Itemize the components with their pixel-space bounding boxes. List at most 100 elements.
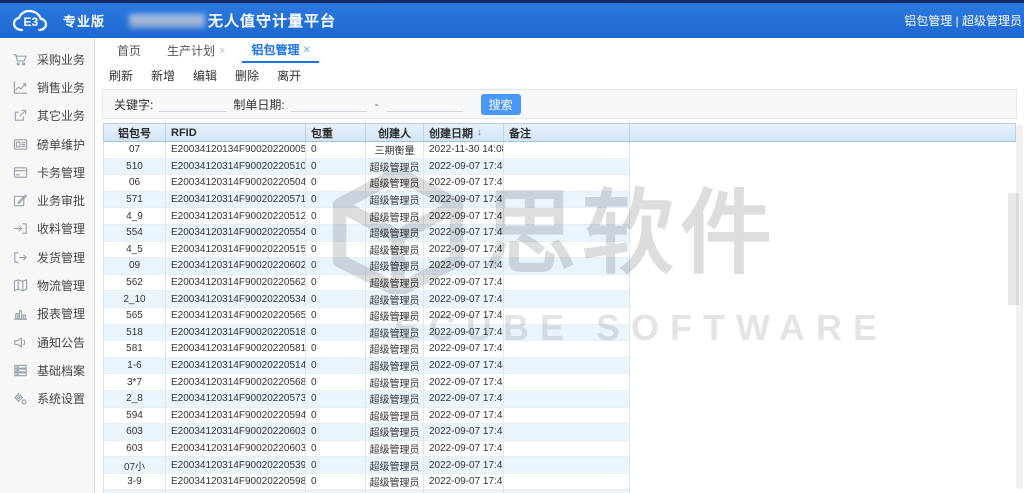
- table-row[interactable]: 565E20034120314F900202205650超级管理员2022-09…: [103, 308, 630, 325]
- user-menu[interactable]: 铝包管理 | 超级管理员: [904, 12, 1022, 29]
- table-cell: 2022-09-07 17:43: [424, 408, 504, 424]
- column-header-5[interactable]: 备注: [504, 124, 630, 141]
- edit-button[interactable]: 编辑: [193, 67, 217, 84]
- sidebar-item-cart[interactable]: 采购业务: [0, 45, 94, 73]
- table-cell: E20034120314F90020220539: [166, 457, 306, 473]
- leave-button[interactable]: 离开: [277, 67, 301, 84]
- table-cell: 594: [104, 408, 166, 424]
- sidebar-item-import[interactable]: 收料管理: [0, 215, 94, 243]
- header-filler: [630, 124, 1016, 141]
- table-row[interactable]: 603E20034120314F900202206030超级管理员2022-09…: [103, 424, 630, 441]
- table-row[interactable]: 09E20034120314F900202206020超级管理员2022-09-…: [103, 258, 630, 275]
- table-cell: 581: [104, 341, 166, 357]
- sidebar-item-label: 系统设置: [37, 390, 85, 407]
- column-header-label: 包重: [311, 125, 333, 141]
- table-row[interactable]: 554E20034120314F900202205540超级管理员2022-09…: [103, 225, 630, 242]
- column-header-4[interactable]: 创建日期↓: [424, 124, 504, 141]
- table-cell: 超级管理员: [366, 474, 424, 490]
- table-cell: 超级管理员: [366, 175, 424, 191]
- table-row[interactable]: 2_8E20034120314F900202205730超级管理员2022-09…: [103, 391, 630, 408]
- table-scrollbar[interactable]: [1016, 124, 1023, 489]
- table-cell: 0: [306, 424, 366, 440]
- table-cell: 超级管理员: [366, 441, 424, 457]
- table-row[interactable]: 518E20034120314F900202205180超级管理员2022-09…: [103, 325, 630, 342]
- column-header-0[interactable]: 铝包号: [104, 124, 166, 141]
- table-cell: 0: [306, 225, 366, 241]
- sidebar-item-map[interactable]: 物流管理: [0, 271, 94, 299]
- data-table: 铝包号 RFID 包重 创建人创建日期↓备注 07E20034120134F90020…: [103, 123, 1016, 493]
- table-row[interactable]: 4_5E20034120314F900202205150超级管理员2022-09…: [103, 242, 630, 259]
- table-cell: 562: [104, 275, 166, 291]
- sidebar-item-speaker[interactable]: 通知公告: [0, 328, 94, 356]
- keyword-label: 关键字:: [114, 96, 153, 113]
- sidebar-item-archive[interactable]: 基础档案: [0, 356, 94, 384]
- table-row[interactable]: 07小E20034120314F900202205390超级管理员2022-09…: [103, 457, 630, 474]
- date-label: 制单日期:: [233, 96, 284, 113]
- table-cell: [504, 159, 630, 175]
- table-row[interactable]: 510E20034120314F900202205100超级管理员2022-09…: [103, 159, 630, 176]
- close-icon[interactable]: ×: [219, 45, 225, 57]
- refresh-button[interactable]: 刷新: [109, 67, 133, 84]
- table-row[interactable]: 594E20034120314F900202205940超级管理员2022-09…: [103, 408, 630, 425]
- sidebar-item-id-card[interactable]: 磅单维护: [0, 130, 94, 158]
- table-cell: 0: [306, 457, 366, 473]
- sidebar-item-share[interactable]: 其它业务: [0, 102, 94, 130]
- table-row[interactable]: 571E20034120314F900202205710超级管理员2022-09…: [103, 192, 630, 209]
- keyword-input[interactable]: [159, 96, 227, 112]
- table-cell: 565: [104, 308, 166, 324]
- delete-button[interactable]: 删除: [235, 67, 259, 84]
- sidebar-item-bar-chart[interactable]: 报表管理: [0, 300, 94, 328]
- tab-1[interactable]: 生产计划×: [158, 38, 234, 63]
- column-header-3[interactable]: 创建人: [366, 124, 424, 141]
- column-header-2[interactable]: 包重: [306, 124, 366, 141]
- table-cell: 超级管理员: [366, 408, 424, 424]
- table-cell: 2022-09-07 17:46: [424, 258, 504, 274]
- column-header-label: RFID: [171, 127, 197, 139]
- table-cell: 4_5: [104, 242, 166, 258]
- table-cell: 0: [306, 408, 366, 424]
- sidebar-item-trend-chart[interactable]: 销售业务: [0, 73, 94, 101]
- table-row[interactable]: 07E20034120134F900202200050三期衡量2022-11-3…: [103, 142, 630, 159]
- table-cell: [504, 175, 630, 191]
- sidebar-item-gears[interactable]: 系统设置: [0, 385, 94, 413]
- table-row[interactable]: 581E20034120314F900202205810超级管理员2022-09…: [103, 341, 630, 358]
- table-body: 07E20034120134F900202200050三期衡量2022-11-3…: [103, 142, 1016, 493]
- column-header-1[interactable]: RFID: [166, 124, 306, 141]
- table-cell: 518: [104, 325, 166, 341]
- table-cell: 0: [306, 374, 366, 390]
- search-button[interactable]: 搜索: [481, 94, 521, 115]
- toolbar: 刷新 新增 编辑 删除 离开: [95, 63, 1024, 87]
- table-row[interactable]: 562E20034120314F900202205620超级管理员2022-09…: [103, 275, 630, 292]
- sidebar-item-credit-card[interactable]: 卡务管理: [0, 158, 94, 186]
- tab-2[interactable]: 铝包管理 ×: [242, 38, 318, 63]
- app-window: E3 专业版 无人值守计量平台 铝包管理 | 超级管理员 采购业务销售业务其它业…: [0, 0, 1024, 493]
- table-row[interactable]: 3*7E20034120314F900202205680超级管理员2022-09…: [103, 374, 630, 391]
- table-cell: [504, 341, 630, 357]
- table-cell: [504, 275, 630, 291]
- date-from-input[interactable]: [291, 96, 367, 112]
- table-cell: 571: [104, 192, 166, 208]
- id-card-icon: [13, 137, 28, 152]
- table-row[interactable]: 1-6E20034120314F900202205140超级管理员2022-09…: [103, 358, 630, 375]
- table-row[interactable]: 2_10E20034120314F900202205340超级管理员2022-0…: [103, 291, 630, 308]
- table-cell: E20034120314F90020220514: [166, 358, 306, 374]
- trend-chart-icon: [13, 80, 28, 95]
- table-cell: 0: [306, 391, 366, 407]
- date-to-input[interactable]: [387, 96, 463, 112]
- sidebar-item-export[interactable]: 发货管理: [0, 243, 94, 271]
- add-button[interactable]: 新增: [151, 67, 175, 84]
- table-cell: 0: [306, 175, 366, 191]
- table-cell: 超级管理员: [366, 291, 424, 307]
- sidebar-item-edit[interactable]: 业务审批: [0, 186, 94, 214]
- table-cell: 2022-09-07 17:42: [424, 457, 504, 473]
- close-icon[interactable]: ×: [303, 44, 309, 56]
- cart-icon: [13, 52, 28, 67]
- sidebar-item-label: 其它业务: [37, 107, 85, 124]
- tab-label: 铝包管理: [251, 41, 299, 58]
- table-row[interactable]: 3-9E20034120314F900202205980超级管理员2022-09…: [103, 474, 630, 491]
- table-row[interactable]: 4_9E20034120314F900202205120超级管理员2022-09…: [103, 208, 630, 225]
- tab-0[interactable]: 首页: [108, 38, 150, 63]
- table-cell: 超级管理员: [366, 358, 424, 374]
- table-row[interactable]: 06E20034120314F900202205040超级管理员2022-09-…: [103, 175, 630, 192]
- table-row[interactable]: 603E20034120314F900202206030超级管理员2022-09…: [103, 441, 630, 458]
